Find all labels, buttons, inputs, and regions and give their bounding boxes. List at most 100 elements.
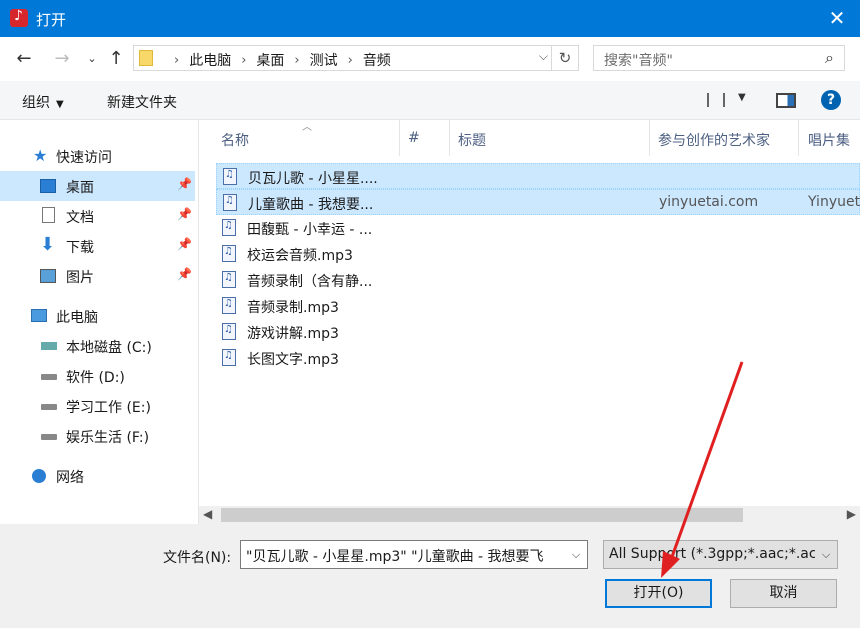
file-name: 贝瓦儿歌 - 小星星....: [248, 171, 378, 187]
chevron-down-icon[interactable]: ▼: [738, 92, 746, 103]
sidebar-item-label: 下载: [66, 240, 94, 256]
audio-file-icon: [222, 271, 236, 288]
up-arrow-icon[interactable]: ↑: [104, 47, 128, 71]
cancel-button[interactable]: 取消: [730, 579, 837, 608]
window-title: 打开: [36, 11, 67, 29]
filename-label: 文件名(N):: [163, 550, 232, 566]
address-dropdown-icon[interactable]: ⌵: [539, 49, 548, 64]
column-divider[interactable]: [798, 120, 799, 156]
column-header-artists[interactable]: 参与创作的艺术家: [658, 130, 770, 150]
view-options-icon[interactable]: [707, 93, 725, 107]
audio-file-icon: [222, 349, 236, 366]
column-header-number[interactable]: #: [408, 130, 420, 146]
column-header-album[interactable]: 唱片集: [808, 130, 850, 150]
file-row[interactable]: 校运会音频.mp3: [216, 241, 860, 267]
sidebar-item-pictures[interactable]: 图片 📌: [0, 261, 195, 291]
breadcrumb-desktop[interactable]: 桌面: [256, 50, 284, 70]
file-row[interactable]: 音频录制.mp3: [216, 293, 860, 319]
file-name: 长图文字.mp3: [247, 352, 339, 368]
search-placeholder: 搜索"音频": [604, 53, 673, 69]
search-icon: ⌕: [825, 48, 834, 67]
column-divider[interactable]: [449, 120, 450, 156]
file-list: ︿ 名称 # 标题 参与创作的艺术家 唱片集 贝瓦儿歌 - 小星星.... 儿童…: [199, 120, 860, 506]
address-bar[interactable]: › 此电脑 › 桌面 › 测试 › 音频 ⌵ ↻: [133, 45, 579, 71]
pin-icon[interactable]: 📌: [177, 267, 192, 281]
file-name: 儿童歌曲 - 我想要...: [248, 197, 374, 213]
pin-icon[interactable]: 📌: [177, 177, 192, 191]
chevron-down-icon[interactable]: ⌵: [815, 541, 837, 568]
breadcrumb-audio[interactable]: 音频: [363, 50, 391, 70]
column-header-row: ︿ 名称 # 标题 参与创作的艺术家 唱片集: [199, 120, 860, 158]
refresh-icon[interactable]: ↻: [551, 46, 578, 70]
file-row[interactable]: 长图文字.mp3: [216, 345, 860, 371]
breadcrumb-this-pc[interactable]: 此电脑: [189, 50, 231, 70]
file-type-select[interactable]: All Support (*.3gpp;*.aac;*.ac ⌵: [603, 540, 838, 569]
sidebar-item-label: 软件 (D:): [66, 370, 125, 386]
file-row[interactable]: 儿童歌曲 - 我想要... yinyuetai.com Yinyuet: [216, 189, 860, 215]
sidebar-item-drive-e[interactable]: 学习工作 (E:): [0, 391, 195, 421]
download-icon: ⬇: [40, 234, 56, 255]
audio-file-icon: [222, 297, 236, 314]
navigation-bar: ← → ⌄ ↑ › 此电脑 › 桌面 › 测试 › 音频 ⌵ ↻ 搜索"音频" …: [0, 37, 860, 81]
star-icon: ★: [33, 146, 48, 165]
file-row[interactable]: 音频录制（含有静...: [216, 267, 860, 293]
file-row[interactable]: 游戏讲解.mp3: [216, 319, 860, 345]
forward-arrow-icon[interactable]: →: [50, 47, 74, 71]
audio-file-icon: [222, 245, 236, 262]
organize-menu-button[interactable]: 组织 ▼: [22, 92, 64, 112]
open-button[interactable]: 打开(O): [605, 579, 712, 608]
chevron-down-icon[interactable]: ⌵: [565, 541, 587, 568]
back-arrow-icon[interactable]: ←: [12, 47, 36, 71]
help-icon[interactable]: ?: [821, 90, 841, 110]
desktop-icon: [40, 179, 56, 193]
filename-input[interactable]: "贝瓦儿歌 - 小星星.mp3" "儿童歌曲 - 我想要飞 ⌵: [240, 540, 588, 569]
search-input[interactable]: 搜索"音频" ⌕: [593, 45, 845, 71]
column-divider[interactable]: [649, 120, 650, 156]
file-row[interactable]: 田馥甄 - 小幸运 - ...: [216, 215, 860, 241]
sidebar-item-documents[interactable]: 文档 📌: [0, 201, 195, 231]
sidebar-item-quick-access[interactable]: ★ 快速访问: [0, 141, 195, 171]
pin-icon[interactable]: 📌: [177, 207, 192, 221]
chevron-down-icon: ▼: [56, 99, 64, 110]
filename-value: "贝瓦儿歌 - 小星星.mp3" "儿童歌曲 - 我想要飞: [246, 549, 544, 565]
file-album: Yinyuet: [808, 194, 860, 210]
pin-icon[interactable]: 📌: [177, 237, 192, 251]
sidebar-item-network[interactable]: 网络: [0, 461, 195, 491]
file-name: 校运会音频.mp3: [247, 248, 353, 264]
sidebar-item-drive-f[interactable]: 娱乐生活 (F:): [0, 421, 195, 451]
breadcrumb-separator-icon[interactable]: ›: [294, 53, 299, 68]
network-icon: [32, 469, 46, 483]
command-bar: 组织 ▼ 新建文件夹 ▼ ?: [0, 81, 860, 120]
file-row[interactable]: 贝瓦儿歌 - 小星星....: [216, 163, 860, 189]
sidebar-item-label: 网络: [56, 470, 84, 486]
breadcrumb-test[interactable]: 测试: [310, 50, 338, 70]
drive-icon: [41, 434, 57, 440]
column-header-name[interactable]: 名称: [221, 130, 249, 150]
sidebar-item-downloads[interactable]: ⬇ 下载 📌: [0, 231, 195, 261]
title-bar: 打开 ✕: [0, 0, 860, 37]
sidebar-item-desktop[interactable]: 桌面 📌: [0, 171, 195, 201]
new-folder-button[interactable]: 新建文件夹: [107, 92, 177, 112]
column-header-title[interactable]: 标题: [458, 130, 486, 150]
scrollbar-thumb[interactable]: [221, 508, 743, 522]
column-divider[interactable]: [399, 120, 400, 156]
sidebar-item-label: 图片: [66, 270, 94, 286]
sidebar-item-this-pc[interactable]: 此电脑: [0, 301, 195, 331]
drive-icon: [41, 404, 57, 410]
recent-locations-chevron-icon[interactable]: ⌄: [80, 47, 104, 71]
close-icon[interactable]: ✕: [814, 0, 860, 37]
breadcrumb-separator-icon[interactable]: ›: [348, 53, 353, 68]
breadcrumb-separator-icon[interactable]: ›: [241, 53, 246, 68]
scroll-left-icon[interactable]: ◀: [203, 507, 212, 521]
file-artist: yinyuetai.com: [659, 194, 759, 210]
sidebar-item-label: 娱乐生活 (F:): [66, 430, 150, 446]
sidebar-item-label: 此电脑: [56, 310, 98, 326]
horizontal-scrollbar[interactable]: ◀ ▶: [199, 506, 860, 524]
drive-icon: [41, 342, 57, 350]
drive-icon: [41, 374, 57, 380]
preview-pane-icon[interactable]: [776, 93, 796, 108]
sidebar-item-drive-d[interactable]: 软件 (D:): [0, 361, 195, 391]
sidebar-item-drive-c[interactable]: 本地磁盘 (C:): [0, 331, 195, 361]
sidebar-item-label: 本地磁盘 (C:): [66, 340, 152, 356]
scroll-right-icon[interactable]: ▶: [847, 507, 856, 521]
